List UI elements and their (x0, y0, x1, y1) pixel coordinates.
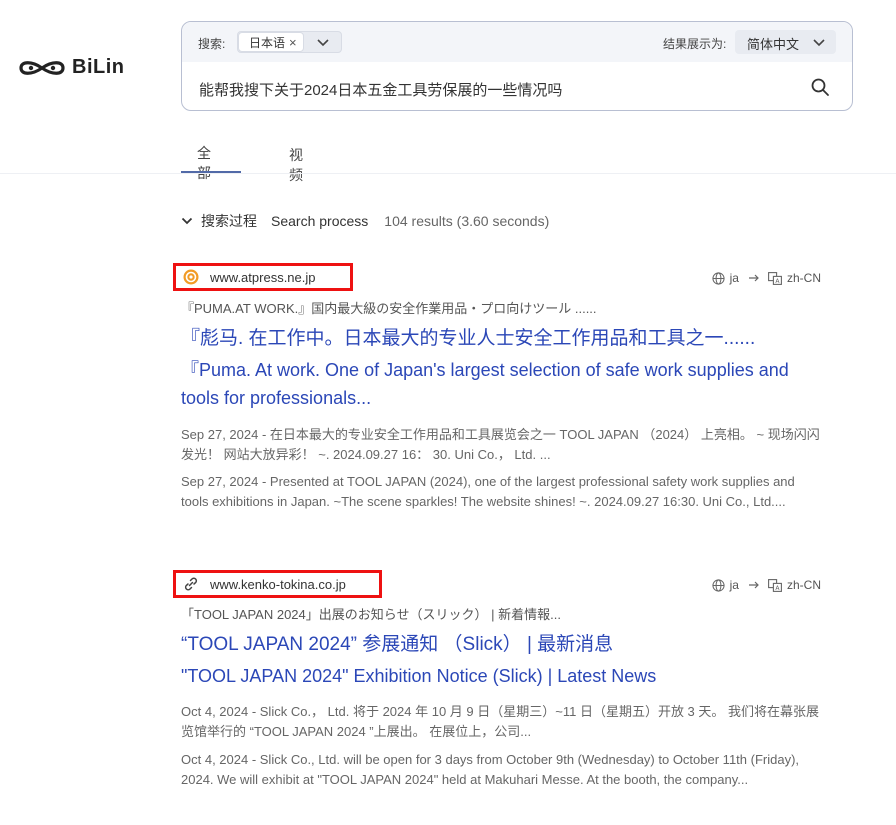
result-title-translated[interactable]: 『彪马. 在工作中。日本最大的专业人士安全工作用品和工具之一...... (181, 323, 755, 350)
language-chip: 日本语 × (238, 32, 304, 52)
tab-all[interactable]: 全部 (197, 143, 211, 183)
source-language: ja (729, 578, 739, 592)
tab-video[interactable]: 视频 (289, 145, 303, 185)
result-snippet-english: Oct 4, 2024 - Slick Co., Ltd. will be op… (181, 752, 800, 787)
chevron-down-icon (181, 217, 193, 225)
result-domain: www.atpress.ne.jp (210, 270, 316, 285)
target-language: zh-CN (786, 271, 821, 285)
chip-close-icon[interactable]: × (289, 36, 297, 49)
tabs-divider (0, 173, 896, 174)
search-process-toggle[interactable]: 搜索过程 Search process 104 results (3.60 se… (181, 211, 549, 231)
target-language: zh-CN (786, 578, 821, 592)
search-input[interactable]: 能帮我搜下关于2024日本五金工具劳保展的一些情况吗 (199, 79, 562, 100)
brand-name: BiLin (72, 56, 125, 78)
search-options-bar: 搜索: 日本语 × 结果展示为: 简体中文 (182, 22, 852, 62)
language-chip-label: 日本语 (249, 35, 286, 50)
chevron-down-icon[interactable] (316, 35, 330, 49)
globe-icon (712, 578, 725, 592)
translation-indicator: ja A zh-CN (712, 578, 821, 592)
search-language-selector[interactable]: 日本语 × (237, 31, 342, 53)
translate-icon: A (768, 271, 782, 285)
result-snippet-english: Sep 27, 2024 - Presented at TOOL JAPAN (… (181, 474, 795, 509)
search-process-label: 搜索过程 (201, 213, 257, 229)
search-icon[interactable] (810, 77, 830, 97)
result-domain: www.kenko-tokina.co.jp (210, 577, 346, 592)
result-language-value: 简体中文 (747, 37, 800, 52)
result-original-title: 『PUMA.AT WORK.』国内最大級の安全作業用品・プロ向けツール ....… (181, 301, 597, 316)
result-source[interactable]: www.atpress.ne.jp (173, 263, 353, 291)
translate-icon: A (768, 578, 782, 592)
arrow-right-icon (748, 274, 759, 282)
atpress-icon (183, 269, 199, 285)
arrow-right-icon (748, 581, 759, 589)
result-title-english[interactable]: 『Puma. At work. One of Japan's largest s… (181, 356, 821, 412)
search-process-label-en: Search process (271, 213, 369, 229)
result-title-english[interactable]: "TOOL JAPAN 2024" Exhibition Notice (Sli… (181, 662, 821, 690)
translation-indicator: ja A zh-CN (712, 271, 821, 285)
result-language-label: 结果展示为: (663, 37, 727, 51)
bilin-logo-icon (19, 60, 65, 75)
search-box: 搜索: 日本语 × 结果展示为: 简体中文 能帮我搜下关于2024日本五金工具劳… (181, 21, 853, 111)
globe-icon (712, 271, 725, 285)
result-snippet-translated: Oct 4, 2024 - Slick Co.， Ltd. 将于 2024 年 … (181, 704, 820, 739)
brand-logo[interactable]: BiLin (18, 56, 125, 79)
result-source[interactable]: www.kenko-tokina.co.jp (173, 570, 382, 598)
source-language: ja (729, 271, 739, 285)
result-language-select[interactable]: 简体中文 (735, 30, 836, 54)
link-icon (184, 577, 198, 591)
search-language-label: 搜索: (198, 37, 226, 51)
chevron-down-icon (813, 39, 825, 47)
result-snippet-translated: Sep 27, 2024 - 在日本最大的专业安全工作用品和工具展览会之一 TO… (181, 427, 820, 462)
result-original-title: 「TOOL JAPAN 2024」出展のお知らせ（スリック） | 新着情報... (181, 607, 561, 622)
result-title-translated[interactable]: “TOOL JAPAN 2024” 参展通知 （Slick） | 最新消息 (181, 629, 613, 656)
result-stats: 104 results (3.60 seconds) (384, 213, 550, 229)
